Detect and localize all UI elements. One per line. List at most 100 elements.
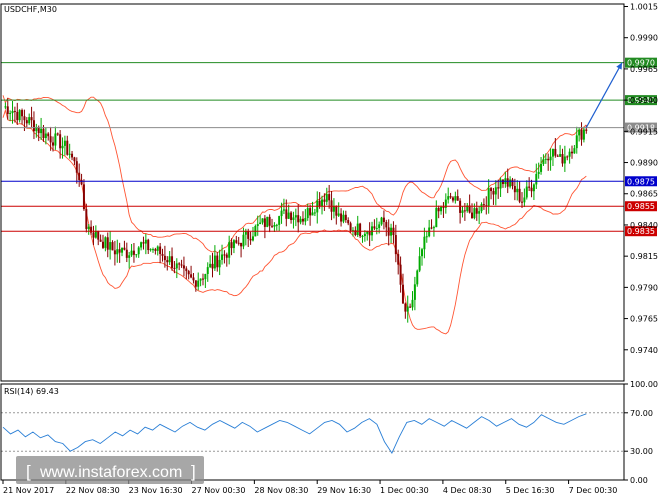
candle-body bbox=[535, 174, 538, 185]
candle-body bbox=[325, 194, 328, 202]
candle-body bbox=[556, 155, 559, 157]
candle-body bbox=[147, 239, 150, 251]
candle-body bbox=[185, 268, 188, 272]
candle-body bbox=[416, 270, 419, 285]
candle-body bbox=[585, 129, 588, 131]
candle-body bbox=[311, 212, 314, 216]
candle-body bbox=[359, 223, 362, 237]
candle-body bbox=[437, 207, 440, 212]
candle-body bbox=[28, 117, 31, 124]
candle-body bbox=[421, 249, 424, 257]
candle-body bbox=[328, 194, 331, 201]
rsi-y-tick-label: 70.00 bbox=[630, 409, 653, 418]
candle-body bbox=[440, 206, 443, 212]
x-tick-label: 29 Nov 16:30 bbox=[317, 486, 371, 495]
candle-body bbox=[178, 263, 181, 265]
candle-body bbox=[432, 227, 435, 229]
candle-body bbox=[573, 148, 576, 154]
candle-body bbox=[425, 236, 428, 238]
candle-body bbox=[509, 179, 512, 187]
candle-body bbox=[142, 242, 145, 244]
candle-body bbox=[494, 187, 497, 195]
candle-body bbox=[366, 231, 369, 234]
candle-body bbox=[542, 159, 545, 165]
y-tick-label: 0.9815 bbox=[630, 252, 658, 261]
candle-body bbox=[511, 179, 514, 187]
canvas-background bbox=[0, 0, 664, 498]
candle-body bbox=[368, 231, 371, 236]
candle-body bbox=[87, 226, 90, 229]
candle-body bbox=[247, 231, 250, 239]
candle-body bbox=[249, 238, 252, 241]
rsi-y-tick-label: 30.00 bbox=[630, 447, 653, 456]
rsi-label: RSI(14) 69.43 bbox=[4, 387, 59, 396]
candle-body bbox=[151, 249, 154, 251]
candle-body bbox=[528, 186, 531, 188]
candle-body bbox=[71, 153, 74, 158]
candle-body bbox=[571, 151, 574, 154]
candle-body bbox=[121, 247, 124, 253]
candle-body bbox=[561, 154, 564, 164]
candle-body bbox=[137, 247, 140, 255]
candle-body bbox=[566, 156, 569, 158]
watermark-bracket-right: ] bbox=[191, 462, 196, 481]
candle-body bbox=[175, 263, 178, 269]
y-tick-label: 0.9840 bbox=[630, 221, 658, 230]
candle-body bbox=[166, 260, 169, 263]
candle-body bbox=[125, 249, 128, 258]
candle-body bbox=[201, 278, 204, 280]
x-tick-label: 21 Nov 2017 bbox=[3, 486, 54, 495]
candle-body bbox=[182, 265, 185, 269]
candle-body bbox=[54, 133, 57, 146]
y-tick-label: 0.9965 bbox=[630, 65, 658, 74]
y-tick-label: 0.9890 bbox=[630, 159, 658, 168]
candle-body bbox=[461, 210, 464, 213]
candle-body bbox=[347, 220, 350, 224]
candle-body bbox=[109, 242, 112, 250]
watermark-bracket-left: [ bbox=[26, 462, 31, 481]
candle-body bbox=[47, 133, 50, 137]
x-tick-label: 28 Nov 08:30 bbox=[254, 486, 308, 495]
candle-body bbox=[251, 236, 254, 241]
candle-body bbox=[435, 207, 438, 228]
candle-body bbox=[394, 235, 397, 255]
x-tick-label: 22 Nov 08:30 bbox=[66, 486, 120, 495]
candle-body bbox=[290, 212, 293, 221]
candle-body bbox=[297, 215, 300, 223]
candle-body bbox=[516, 188, 519, 193]
candle-body bbox=[287, 212, 290, 219]
rsi-y-tick-label: 0.00 bbox=[630, 476, 648, 485]
y-tick-label: 0.9865 bbox=[630, 190, 658, 199]
candle-body bbox=[180, 264, 183, 266]
candle-body bbox=[263, 218, 266, 227]
chart-canvas: 0.99700.99400.99180.98750.98550.9835 1.0… bbox=[0, 0, 664, 498]
candle-body bbox=[32, 120, 35, 132]
candle-body bbox=[518, 188, 521, 202]
watermark-text: www.instaforex.com bbox=[39, 464, 182, 481]
rsi-y-tick-label: 100.00 bbox=[630, 380, 658, 389]
candle-body bbox=[211, 263, 214, 269]
candle-body bbox=[551, 148, 554, 157]
candle-body bbox=[130, 250, 133, 256]
candle-body bbox=[380, 217, 383, 225]
candle-body bbox=[49, 136, 52, 143]
candle-body bbox=[321, 199, 324, 207]
candle-body bbox=[16, 111, 19, 121]
candle-body bbox=[532, 184, 535, 192]
candle-body bbox=[547, 158, 550, 161]
candle-body bbox=[135, 254, 138, 256]
candle-body bbox=[228, 242, 231, 258]
candle-body bbox=[104, 237, 107, 248]
candle-body bbox=[306, 208, 309, 219]
candle-body bbox=[409, 306, 412, 308]
candle-body bbox=[173, 267, 176, 269]
candle-body bbox=[213, 255, 216, 269]
candle-body bbox=[401, 284, 404, 304]
candle-body bbox=[221, 254, 224, 260]
x-tick-label: 23 Nov 16:30 bbox=[129, 486, 183, 495]
y-tick-label: 0.9940 bbox=[630, 96, 658, 105]
candle-body bbox=[313, 212, 316, 214]
candle-body bbox=[521, 201, 524, 203]
candle-body bbox=[459, 200, 462, 213]
candle-body bbox=[190, 274, 193, 278]
